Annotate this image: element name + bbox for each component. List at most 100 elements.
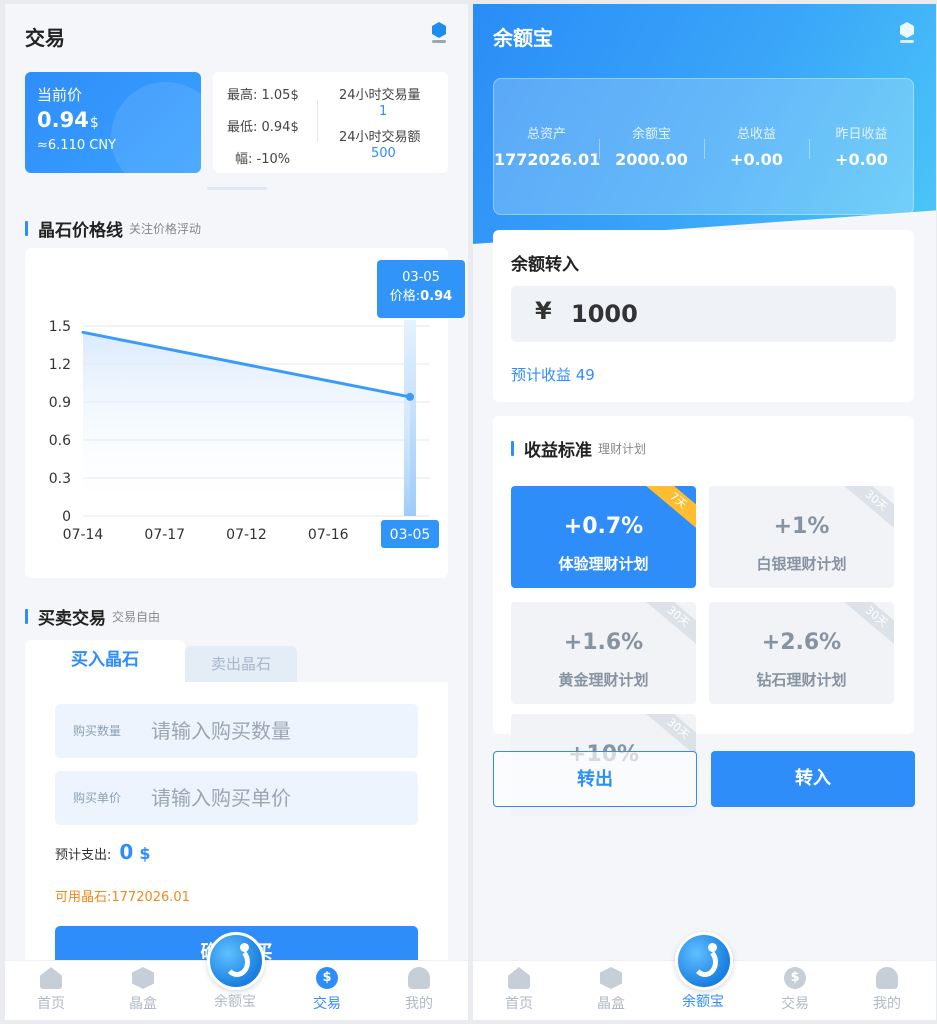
tab-sell[interactable]: 卖出晶石 <box>185 646 297 682</box>
trade-tabs: 买入晶石 卖出晶石 <box>25 640 448 682</box>
transfer-title: 余额转入 <box>511 255 579 275</box>
plans-card: 收益标准 理财计划 7天 +0.7% 体验理财计划 30天 +1% 白银理财计划 … <box>493 416 914 734</box>
y-tick-label: 1.2 <box>49 357 71 373</box>
tooltip-date: 03-05 <box>402 270 440 285</box>
x-tick-label: 07-17 <box>144 527 185 543</box>
user-icon <box>408 967 430 989</box>
x-tick-label: 07-12 <box>226 527 267 543</box>
transfer-in-card: 余额转入 ¥ 预计收益 49 <box>493 230 914 402</box>
trade-section-title: 买卖交易 <box>38 609 106 629</box>
carousel-indicator <box>207 187 267 190</box>
page-title: 交易 <box>25 26 65 50</box>
plan-rate: +2.6% <box>761 630 842 655</box>
plans-section-title: 收益标准 <box>524 441 592 461</box>
nav-home[interactable]: 首页 <box>5 967 97 1013</box>
assets-summary-card: 总资产 1772026.01 余额宝 2000.00 总收益 +0.00 昨日收益 +0… <box>493 78 914 215</box>
trade-screen: 交易 当前价 0.94$ ≈6.110 CNY 最高: 1.05$ 最低: 0.… <box>5 4 468 1020</box>
plan-rate: +1% <box>773 514 830 539</box>
estimated-cost-value: 0 <box>119 840 134 864</box>
quantity-field: 购买数量 <box>55 704 418 758</box>
amount-field: ¥ <box>511 286 896 342</box>
current-price-value: 0.94$ <box>37 108 99 132</box>
nav-home[interactable]: 首页 <box>473 967 565 1013</box>
y-tick-label: 1.5 <box>49 319 71 335</box>
logo-icon[interactable] <box>207 932 265 990</box>
y-tick-label: 0.9 <box>49 395 71 411</box>
plan-diamond[interactable]: 30天 +2.6% 钻石理财计划 <box>709 602 894 704</box>
x-tick-label: 03-05 <box>390 527 431 543</box>
unit-price-field: 购买单价 <box>55 771 418 825</box>
nav-trade[interactable]: $ 交易 <box>749 967 841 1013</box>
yuebao-screen: 余额宝 总资产 1772026.01 余额宝 2000.00 总收益 +0.00 昨日… <box>473 4 936 1020</box>
y-tick-label: 0.3 <box>49 471 71 487</box>
logo-icon[interactable] <box>675 932 733 990</box>
volume-label: 24小时交易量 <box>339 88 421 103</box>
nav-yuebao[interactable]: 余额宝 <box>189 991 281 1011</box>
current-price-cny: ≈6.110 CNY <box>37 138 116 153</box>
chart-section-title: 晶石价格线 <box>38 221 123 241</box>
amount-value: 500 <box>371 146 396 161</box>
trade-section-header: 买卖交易 交易自由 <box>25 604 160 629</box>
estimated-income: 预计收益 49 <box>511 366 595 384</box>
plan-rate: +0.7% <box>563 514 644 539</box>
asset-yesterday-income: 昨日收益 +0.00 <box>835 127 888 169</box>
estimated-cost-label: 预计支出: <box>55 848 112 863</box>
available-balance: 可用晶石:1772026.01 <box>55 890 190 905</box>
quantity-input[interactable] <box>151 714 401 748</box>
transfer-in-button[interactable]: 转入 <box>711 751 915 807</box>
box-icon <box>600 967 622 989</box>
currency-symbol: ¥ <box>535 297 552 325</box>
coin-icon: $ <box>316 967 338 989</box>
plans-section-header: 收益标准 理财计划 <box>511 436 646 461</box>
asset-total-income: 总收益 +0.00 <box>730 127 783 169</box>
estimated-cost: 预计支出: 0 $ <box>55 840 150 864</box>
estimated-cost-unit: $ <box>139 844 151 863</box>
plan-silver[interactable]: 30天 +1% 白银理财计划 <box>709 486 894 588</box>
plan-name: 白银理财计划 <box>756 555 847 573</box>
nav-me[interactable]: 我的 <box>841 967 933 1013</box>
high-price: 最高: 1.05$ <box>227 88 299 103</box>
nav-trade[interactable]: $ 交易 <box>281 967 373 1013</box>
asset-yuebao: 余额宝 2000.00 <box>615 127 688 169</box>
tab-buy[interactable]: 买入晶石 <box>25 640 185 682</box>
nav-box[interactable]: 晶盒 <box>97 967 189 1013</box>
coin-icon: $ <box>784 967 806 989</box>
x-tick-label: 07-16 <box>308 527 349 543</box>
plan-rate: +1.6% <box>563 630 644 655</box>
unit-price-label: 购买单价 <box>73 791 122 805</box>
tooltip-price: 价格:0.94 <box>389 289 453 304</box>
plan-name: 黄金理财计划 <box>558 671 649 689</box>
nav-me[interactable]: 我的 <box>373 967 465 1013</box>
plan-trial[interactable]: 7天 +0.7% 体验理财计划 <box>511 486 696 588</box>
price-chart-card: 0 0.3 0.6 0.9 1.2 1.5 07-14 07-17 07-12 07-16 03-0… <box>25 248 465 578</box>
low-price: 最低: 0.94$ <box>227 120 299 135</box>
trade-header: 交易 <box>5 4 468 62</box>
highlight-point <box>406 392 414 401</box>
plan-gold[interactable]: 30天 +1.6% 黄金理财计划 <box>511 602 696 704</box>
home-icon <box>40 967 62 989</box>
chart-tooltip: 03-05 价格:0.94 <box>377 260 465 318</box>
chart-section-subtitle: 关注价格浮动 <box>129 222 202 236</box>
amount-input[interactable] <box>571 296 871 332</box>
transfer-out-button[interactable]: 转出 <box>493 751 697 807</box>
nav-box[interactable]: 晶盒 <box>565 967 657 1013</box>
app-logo-icon <box>432 22 446 44</box>
current-price-card: 当前价 0.94$ ≈6.110 CNY <box>25 72 201 173</box>
plan-name: 钻石理财计划 <box>756 671 847 689</box>
app-logo-icon <box>900 22 914 44</box>
unit-price-input[interactable] <box>151 781 401 815</box>
y-tick-label: 0.6 <box>49 433 71 449</box>
page-title: 余额宝 <box>493 26 553 50</box>
plan-name: 体验理财计划 <box>558 555 649 573</box>
amount-label: 24小时交易额 <box>339 130 421 145</box>
quantity-label: 购买数量 <box>73 724 122 738</box>
chart-section-header: 晶石价格线 关注价格浮动 <box>25 216 201 241</box>
nav-yuebao[interactable]: 余额宝 <box>657 991 749 1011</box>
box-icon <box>132 967 154 989</box>
y-tick-label: 0 <box>62 509 71 525</box>
x-tick-label: 07-14 <box>63 527 104 543</box>
asset-total: 总资产 1772026.01 <box>494 127 601 169</box>
user-icon <box>876 967 898 989</box>
price-change: 幅: -10% <box>235 152 291 167</box>
market-stats-card: 最高: 1.05$ 最低: 0.94$ 幅: -10% 24小时交易量 1 24… <box>213 72 448 173</box>
